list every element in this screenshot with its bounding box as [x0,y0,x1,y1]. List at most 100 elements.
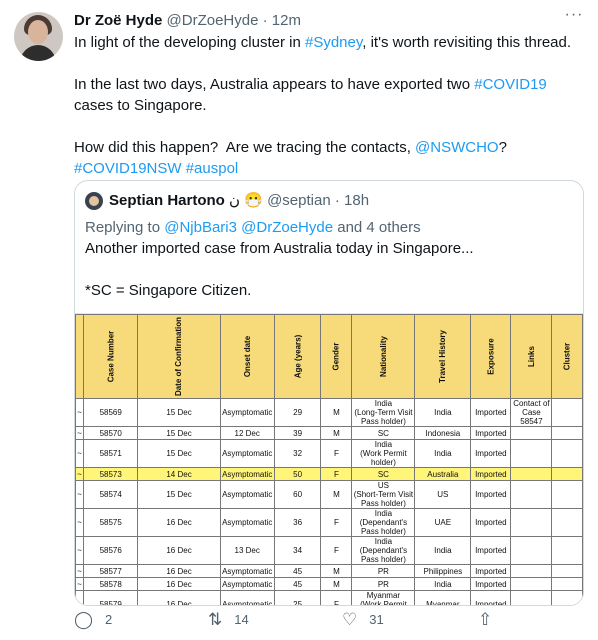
table-cell-cluster [551,564,583,578]
retweet-button[interactable]: ⇅ 14 [208,608,249,632]
table-row: ~58570 15 Dec 12 Dec 39 M SC Indonesia Imported [75,426,583,440]
table-cell-gender: F [320,467,353,481]
tweet-text: In light of the developing cluster in #S… [74,32,584,179]
table-header: Age (years) [273,314,322,399]
table-header [75,314,84,399]
table-cell-links [510,426,553,440]
table-cell-nat: SC [351,426,416,440]
table-row: ~58578 16 Dec Asymptomatic 45 M PR India Import… [75,577,583,591]
table-cell-travel: Philippines [414,564,472,578]
replying-suffix: and 4 others [333,219,421,236]
hashtag-covid19[interactable]: #COVID19 [474,76,547,93]
tweet-time[interactable]: 12m [272,12,301,29]
table-cell-exposure: Imported [470,426,512,440]
table-cell-cluster [551,508,583,537]
table-cell-age: 39 [273,426,322,440]
table-cell-cluster [551,467,583,481]
table-cell-onset: Asymptomatic [219,508,275,537]
more-icon[interactable]: ··· [564,7,584,28]
table-cell-age: 45 [273,577,322,591]
table-cell-travel: Australia [414,467,472,481]
table-cell-case: 58569 [82,398,139,427]
case-table-image[interactable]: Case Number Date of Confirmation Onset d… [75,313,583,605]
table-cell-cluster [551,536,583,565]
table-cell-nat: SC [351,467,416,481]
text-segment: In the last two days, Australia appears … [74,76,475,93]
tweet-actions: ◯ 2 ⇅ 14 ♡ 31 ⇧ [74,608,584,632]
table-cell-date: 15 Dec [137,398,221,427]
table-cell-date: 16 Dec [137,508,221,537]
table-cell-cluster [551,480,583,509]
table-header: Links [510,314,553,399]
table-cell-case: 58574 [82,480,139,509]
retweet-icon: ⇅ [208,610,223,629]
table-row: ~58575 16 Dec Asymptomatic 36 F India (Dependa… [75,508,583,537]
table-cell-links [510,480,553,509]
hashtag-covid19nsw[interactable]: #COVID19NSW [74,160,182,177]
table-cell-gender: F [320,536,353,565]
author-avatar[interactable] [14,12,63,61]
table-cell-links [510,577,553,591]
table-cell-gender: F [320,508,353,537]
reply-icon: ◯ [74,610,94,629]
share-icon: ⇧ [478,610,493,629]
table-cell-travel: UAE [414,508,472,537]
table-cell-mark: ~ [75,398,84,427]
reply-button[interactable]: ◯ 2 [74,608,112,632]
table-cell-case: 58571 [82,439,139,468]
table-cell-mark: ~ [75,426,84,440]
quote-text: Replying to @NjbBari3 @DrZoeHyde and 4 o… [85,217,575,301]
table-header: Travel History [414,314,472,399]
table-cell-case: 58573 [82,467,139,481]
quote-time: 18h [344,192,370,209]
table-cell-exposure: Imported [470,439,512,468]
table-cell-links [510,439,553,468]
text-segment: How did this happen? Are we tracing the … [74,139,416,156]
table-cell-age: 34 [273,536,322,565]
author-name[interactable]: Dr Zoë Hyde [74,12,162,29]
hashtag-auspol[interactable]: #auspol [186,160,239,177]
table-cell-age: 60 [273,480,322,509]
retweet-count: 14 [234,612,249,627]
quoted-tweet[interactable]: Septian Hartono ن 😷 @septian · 18h Reply… [74,180,584,606]
table-cell-nat: PR [351,577,416,591]
table-cell-mark: ~ [75,564,84,578]
share-button[interactable]: ⇧ [478,608,504,632]
table-cell-age: 36 [273,508,322,537]
time-separator: · [262,12,268,29]
hashtag-sydney[interactable]: #Sydney [305,34,362,51]
table-cell-nat: PR [351,564,416,578]
table-header: Gender [320,314,353,399]
table-cell-travel: India [414,577,472,591]
table-row: ~58574 15 Dec Asymptomatic 60 M US (Short-Term… [75,480,583,509]
table-cell-age: 32 [273,439,322,468]
mention-nswcho[interactable]: @NSWCHO [415,139,499,156]
table-cell-case: 58577 [82,564,139,578]
table-cell-exposure: Imported [470,467,512,481]
table-cell-links: Contact of Case 58547 [510,398,553,427]
quote-avatar [85,192,103,211]
table-cell-links [510,564,553,578]
table-cell-onset: Asymptomatic [219,577,275,591]
table-cell-exposure: Imported [470,577,512,591]
author-handle[interactable]: @DrZoeHyde [167,12,259,29]
replying-users[interactable]: @NjbBari3 @DrZoeHyde [164,219,333,236]
table-cell-date: 16 Dec [137,564,221,578]
table-cell-exposure: Imported [470,590,512,605]
quote-text-line: *SC = Singapore Citizen. [85,282,252,299]
table-cell-gender: F [320,590,353,605]
text-segment: In light of the developing cluster in [74,34,305,51]
table-cell-travel: US [414,480,472,509]
table-cell-exposure: Imported [470,564,512,578]
table-cell-travel: India [414,398,472,427]
table-cell-case: 58578 [82,577,139,591]
table-cell-links [510,467,553,481]
reply-count: 2 [105,612,113,627]
table-cell-cluster [551,398,583,427]
table-cell-exposure: Imported [470,536,512,565]
table-cell-travel: India [414,439,472,468]
table-cell-gender: M [320,577,353,591]
like-button[interactable]: ♡ 31 [342,608,384,632]
table-row: ~58573 14 Dec Asymptomatic 50 F SC Australia Im… [75,467,583,481]
table-row: ~58569 15 Dec Asymptomatic 29 M India (Long-Te… [75,398,583,427]
